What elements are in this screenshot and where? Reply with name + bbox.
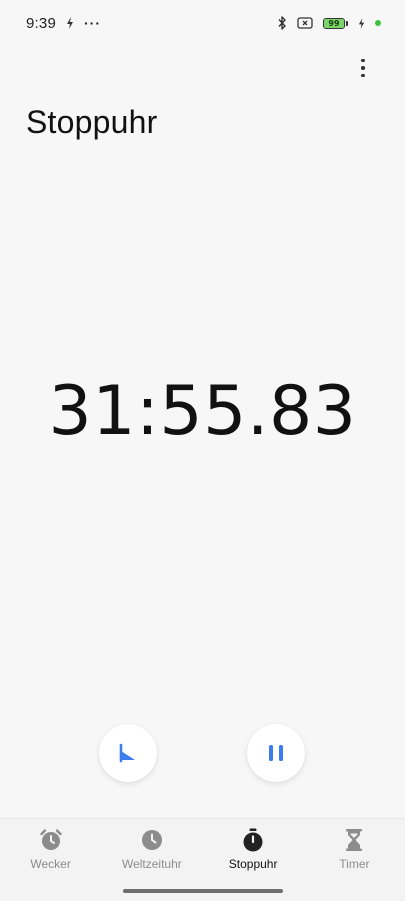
page-title: Stoppuhr — [26, 104, 158, 140]
more-vert-icon[interactable] — [351, 56, 375, 80]
nav-label-timer: Timer — [339, 857, 370, 871]
more-notifications-indicator: ··· — [84, 15, 101, 31]
status-right: 99 — [277, 16, 381, 30]
no-sim-icon — [297, 17, 313, 29]
stopwatch-icon — [240, 827, 266, 853]
clock-icon — [139, 827, 165, 853]
stopwatch-time: 31:55.83 — [48, 372, 357, 451]
home-indicator[interactable] — [122, 889, 283, 893]
nav-label-weltzeituhr: Weltzeituhr — [121, 857, 182, 871]
battery-icon: 99 — [323, 17, 348, 29]
lap-button[interactable] — [99, 724, 157, 782]
status-time: 9:39 — [26, 14, 56, 32]
status-left: 9:39 ··· — [26, 15, 101, 32]
bluetooth-icon — [277, 16, 287, 30]
hourglass-icon — [341, 827, 367, 853]
alarm-clock-icon — [38, 827, 64, 853]
battery-level: 99 — [328, 18, 340, 28]
nav-item-timer[interactable]: Timer — [304, 819, 405, 901]
charging-bolt-icon — [358, 17, 365, 29]
battery-tip — [346, 20, 348, 26]
privacy-indicator-dot — [375, 20, 381, 26]
bolt-icon — [66, 17, 74, 29]
nav-label-wecker: Wecker — [30, 857, 71, 871]
nav-label-stoppuhr: Stoppuhr — [228, 857, 278, 871]
pause-icon — [269, 745, 283, 761]
pause-button[interactable] — [247, 724, 305, 782]
flag-icon — [119, 743, 135, 763]
nav-item-wecker[interactable]: Wecker — [0, 819, 101, 901]
status-bar: 9:39 ··· 99 — [0, 0, 405, 46]
battery-body: 99 — [323, 17, 345, 29]
